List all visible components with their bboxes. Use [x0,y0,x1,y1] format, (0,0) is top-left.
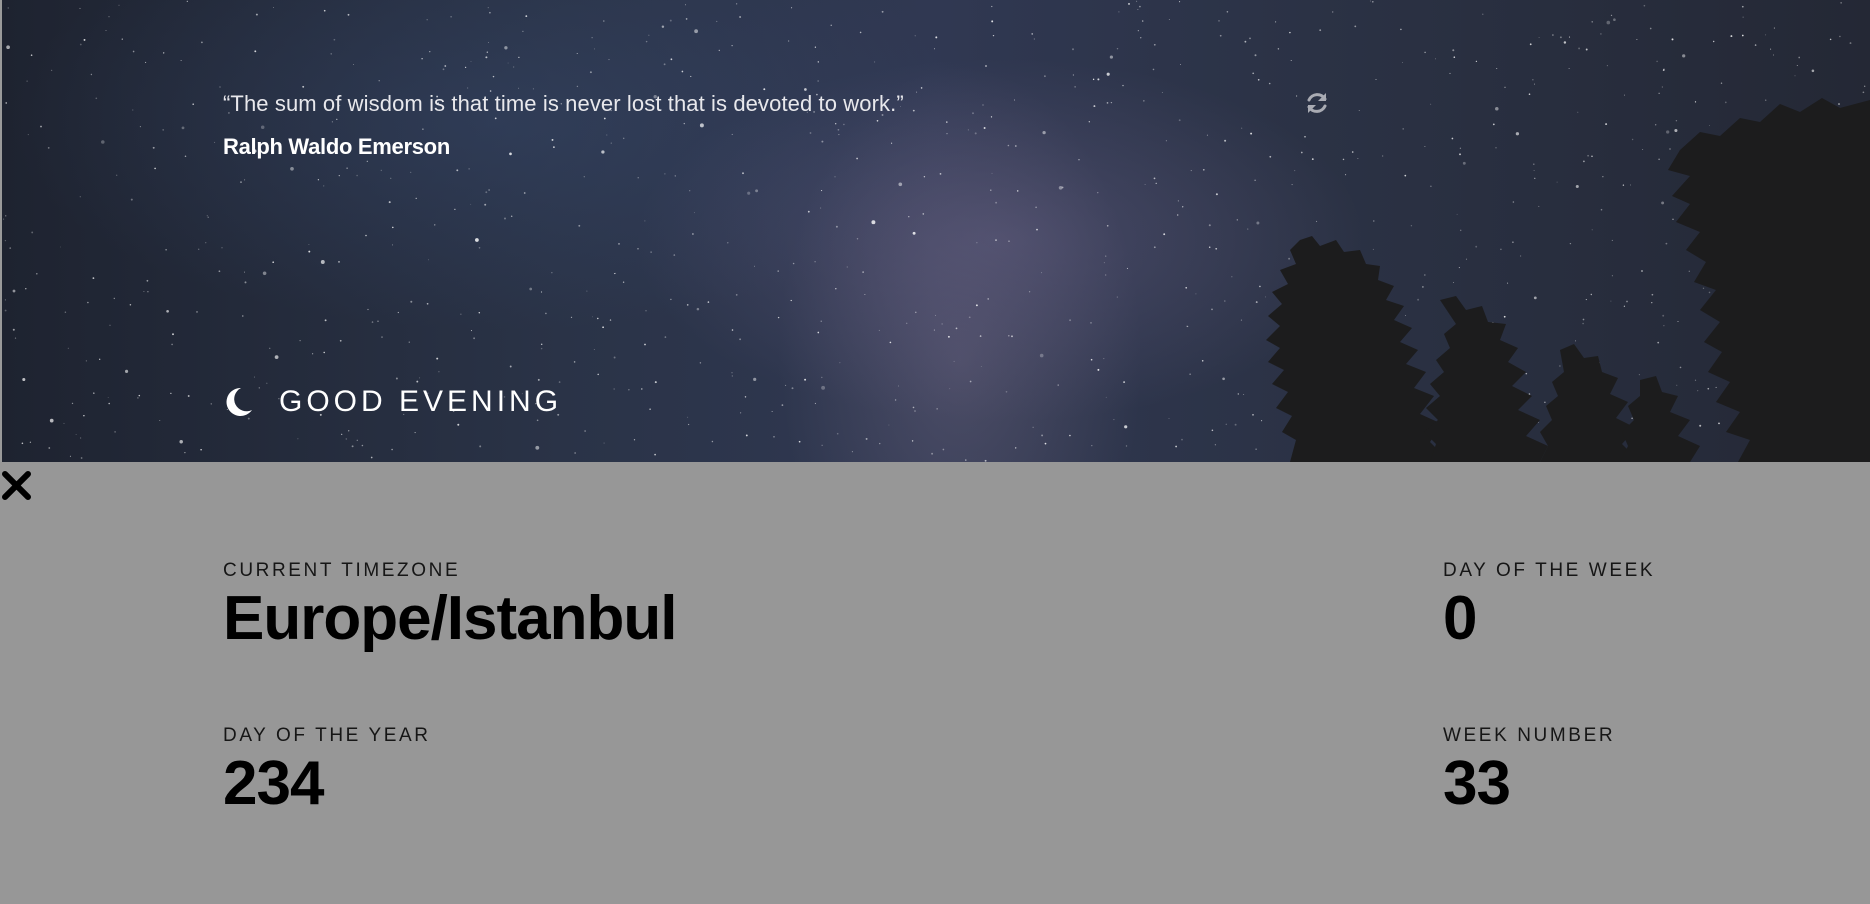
day-of-week-label: DAY OF THE WEEK [1443,560,1656,581]
moon-icon [226,387,252,416]
greeting: GOOD EVENING [223,382,562,422]
day-of-week-stat: DAY OF THE WEEK 0 [1443,560,1655,654]
close-details-button[interactable] [0,469,34,503]
refresh-icon [1307,93,1327,113]
quote-author: Ralph Waldo Emerson [223,134,450,159]
week-number-label: WEEK NUMBER [1443,725,1616,746]
day-of-year-label: DAY OF THE YEAR [223,725,431,746]
quote-block: “The sum of wisdom is that time is never… [223,88,1343,160]
details-panel [0,462,1870,904]
quote-text: “The sum of wisdom is that time is never… [223,91,904,116]
refresh-quote-button[interactable] [1304,90,1330,116]
day-of-year-stat: DAY OF THE YEAR 234 [223,725,431,819]
day-of-week-value: 0 [1443,584,1477,653]
timezone-value: Europe/Istanbul [223,584,677,653]
left-edge-line [0,0,2,462]
timezone-stat: CURRENT TIMEZONE Europe/Istanbul [223,560,677,654]
greeting-text: GOOD EVENING [279,385,563,418]
week-number-stat: WEEK NUMBER 33 [1443,725,1615,819]
close-icon [2,471,31,500]
week-number-value: 33 [1443,749,1511,818]
day-of-year-value: 234 [223,749,324,818]
timezone-label: CURRENT TIMEZONE [223,560,461,581]
